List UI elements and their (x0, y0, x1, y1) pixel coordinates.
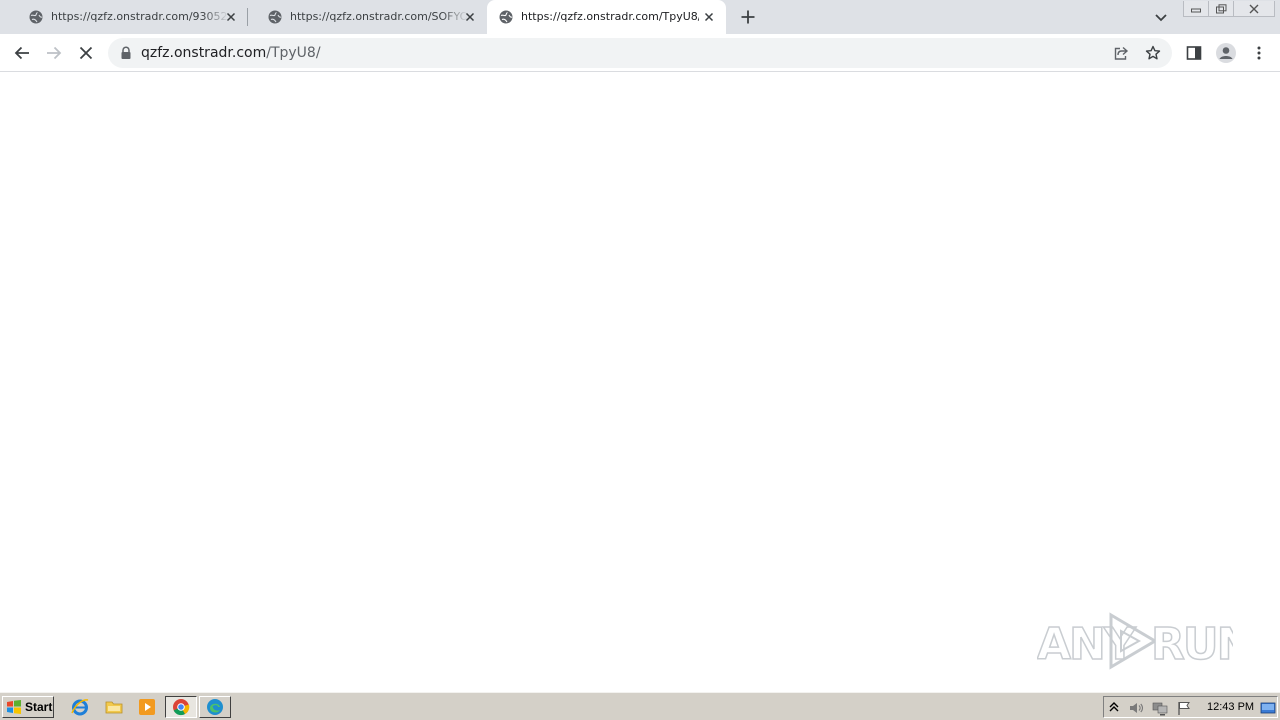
tab-strip: https://qzfz.onstradr.com/93052340 https… (0, 0, 1280, 34)
minimize-icon (1191, 8, 1201, 12)
chrome-icon (173, 699, 190, 716)
close-icon (1249, 4, 1259, 13)
system-tray: 12:43 PM (1103, 696, 1278, 718)
anyrun-logo-icon: ANY RUN (1037, 612, 1233, 671)
new-tab-button[interactable] (739, 8, 757, 26)
close-icon[interactable] (702, 10, 716, 24)
kebab-menu-icon (1257, 46, 1261, 60)
windows-logo-icon (7, 700, 21, 714)
tab-title: https://qzfz.onstradr.com/TpyU8/ (521, 10, 699, 23)
tab-2[interactable]: https://qzfz.onstradr.com/SOFYOIQ (247, 0, 487, 34)
restore-button[interactable] (1208, 1, 1234, 17)
show-desktop-icon[interactable] (1260, 700, 1276, 716)
svg-text:RUN: RUN (1151, 619, 1233, 670)
close-window-button[interactable] (1233, 1, 1275, 17)
profile-avatar-icon (1216, 43, 1236, 63)
globe-icon (29, 10, 43, 24)
show-hidden-icons-chevron[interactable] (1108, 700, 1120, 716)
taskbar-edge-button[interactable] (199, 696, 231, 718)
address-bar[interactable]: qzfz.onstradr.com/TpyU8/ (108, 38, 1172, 68)
network-icon[interactable] (1152, 700, 1168, 716)
tab-title: https://qzfz.onstradr.com/93052340 (51, 10, 229, 23)
tab-title: https://qzfz.onstradr.com/SOFYOIQ (290, 10, 468, 23)
minimize-button[interactable] (1183, 1, 1209, 17)
close-icon[interactable] (224, 10, 238, 24)
tab-3-active[interactable]: https://qzfz.onstradr.com/TpyU8/ (487, 0, 726, 34)
arrow-right-icon (47, 46, 62, 60)
stop-x-icon (79, 46, 93, 60)
file-explorer-icon[interactable] (104, 697, 124, 717)
windows-taskbar: Start 12:43 PM (0, 692, 1280, 720)
url-text[interactable]: qzfz.onstradr.com/TpyU8/ (141, 45, 321, 61)
restore-icon (1216, 3, 1227, 13)
start-button[interactable]: Start (2, 696, 54, 718)
taskbar-chrome-button[interactable] (165, 696, 197, 718)
media-player-icon[interactable] (137, 697, 157, 717)
arrow-left-icon (14, 46, 29, 60)
globe-icon (499, 10, 513, 24)
side-panel-button[interactable] (1183, 42, 1205, 64)
lock-icon[interactable] (120, 46, 132, 60)
url-host: qzfz.onstradr.com (141, 45, 267, 61)
bookmark-star-icon[interactable] (1145, 45, 1161, 61)
browser-toolbar: qzfz.onstradr.com/TpyU8/ (0, 34, 1280, 72)
back-button[interactable] (11, 42, 33, 64)
action-center-flag-icon[interactable] (1176, 700, 1192, 716)
stop-loading-button[interactable] (75, 42, 97, 64)
clock[interactable]: 12:43 PM (1207, 701, 1254, 713)
anyrun-watermark: ANY RUN (1037, 609, 1233, 673)
close-icon[interactable] (463, 10, 477, 24)
edge-icon (207, 699, 223, 715)
volume-icon[interactable] (1128, 700, 1144, 716)
share-icon[interactable] (1113, 45, 1129, 61)
internet-explorer-icon[interactable] (70, 697, 90, 717)
url-path: /TpyU8/ (266, 45, 321, 61)
side-panel-icon (1186, 46, 1202, 60)
tab-search-chevron-icon[interactable] (1153, 9, 1169, 25)
globe-icon (268, 10, 282, 24)
tab-1[interactable]: https://qzfz.onstradr.com/93052340 (8, 0, 248, 34)
profile-button[interactable] (1215, 42, 1237, 64)
forward-button[interactable] (43, 42, 65, 64)
page-content (0, 72, 1280, 692)
menu-button[interactable] (1248, 42, 1270, 64)
start-label: Start (25, 700, 53, 714)
